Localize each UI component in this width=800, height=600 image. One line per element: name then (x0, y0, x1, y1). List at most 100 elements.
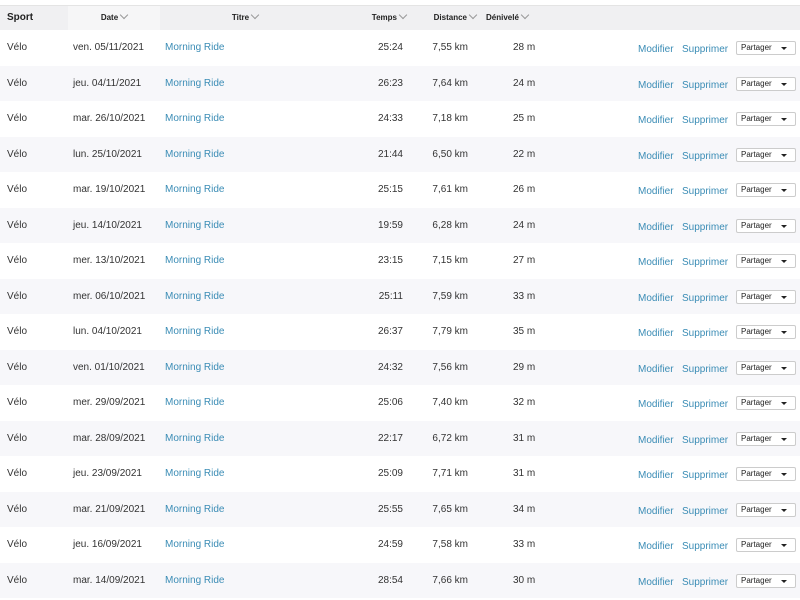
activity-title-link[interactable]: Morning Ride (165, 137, 224, 173)
cell-date: jeu. 14/10/2021 (73, 208, 142, 244)
edit-link[interactable]: Modifier (638, 565, 674, 600)
edit-link[interactable]: Modifier (638, 32, 674, 68)
activity-title-link[interactable]: Morning Ride (165, 314, 224, 350)
edit-link[interactable]: Modifier (638, 529, 674, 565)
share-dropdown[interactable]: Partager (736, 503, 796, 517)
delete-link[interactable]: Supprimer (682, 210, 728, 246)
edit-link[interactable]: Modifier (638, 387, 674, 423)
header-date[interactable]: Date (68, 6, 160, 30)
edit-link[interactable]: Modifier (638, 316, 674, 352)
delete-link[interactable]: Supprimer (682, 565, 728, 600)
activity-title-link[interactable]: Morning Ride (165, 527, 224, 563)
edit-link[interactable]: Modifier (638, 245, 674, 281)
activity-title-link[interactable]: Morning Ride (165, 279, 224, 315)
caret-down-icon (781, 438, 787, 441)
delete-link[interactable]: Supprimer (682, 423, 728, 459)
caret-down-icon (781, 473, 787, 476)
delete-link[interactable]: Supprimer (682, 281, 728, 317)
edit-link[interactable]: Modifier (638, 68, 674, 104)
cell-elevation: 31 m (513, 456, 535, 492)
edit-link[interactable]: Modifier (638, 174, 674, 210)
table-body: Vélo ven. 05/11/2021 Morning Ride 25:24 … (0, 30, 800, 598)
delete-link[interactable]: Supprimer (682, 458, 728, 494)
activity-title-link[interactable]: Morning Ride (165, 350, 224, 386)
delete-link[interactable]: Supprimer (682, 139, 728, 175)
edit-link[interactable]: Modifier (638, 210, 674, 246)
cell-elevation: 31 m (513, 421, 535, 457)
header-title[interactable]: Titre (160, 6, 330, 30)
share-dropdown[interactable]: Partager (736, 183, 796, 197)
edit-link[interactable]: Modifier (638, 352, 674, 388)
cell-distance: 7,71 km (400, 456, 468, 492)
header-time[interactable]: Temps (340, 6, 406, 30)
share-dropdown[interactable]: Partager (736, 219, 796, 233)
delete-link[interactable]: Supprimer (682, 387, 728, 423)
activity-title-link[interactable]: Morning Ride (165, 563, 224, 599)
delete-link[interactable]: Supprimer (682, 68, 728, 104)
cell-time: 19:59 (340, 208, 403, 244)
share-dropdown[interactable]: Partager (736, 290, 796, 304)
activity-title-link[interactable]: Morning Ride (165, 66, 224, 102)
activity-title-link[interactable]: Morning Ride (165, 385, 224, 421)
cell-distance: 6,72 km (400, 421, 468, 457)
delete-link[interactable]: Supprimer (682, 245, 728, 281)
activity-title-link[interactable]: Morning Ride (165, 456, 224, 492)
table-row: Vélo mar. 14/09/2021 Morning Ride 28:54 … (0, 563, 800, 599)
share-dropdown[interactable]: Partager (736, 148, 796, 162)
header-elevation[interactable]: Dénivelé (486, 6, 528, 30)
share-label: Partager (741, 505, 772, 514)
header-distance[interactable]: Distance (410, 6, 476, 30)
share-dropdown[interactable]: Partager (736, 41, 796, 55)
share-dropdown[interactable]: Partager (736, 396, 796, 410)
edit-link[interactable]: Modifier (638, 494, 674, 530)
caret-down-icon (781, 154, 787, 157)
share-label: Partager (741, 43, 772, 52)
edit-link[interactable]: Modifier (638, 423, 674, 459)
cell-elevation: 33 m (513, 527, 535, 563)
table-row: Vélo mar. 21/09/2021 Morning Ride 25:55 … (0, 492, 800, 528)
edit-link[interactable]: Modifier (638, 458, 674, 494)
share-dropdown[interactable]: Partager (736, 538, 796, 552)
activity-title-link[interactable]: Morning Ride (165, 101, 224, 137)
activity-title-link[interactable]: Morning Ride (165, 30, 224, 66)
delete-link[interactable]: Supprimer (682, 352, 728, 388)
caret-down-icon (781, 83, 787, 86)
activity-title-link[interactable]: Morning Ride (165, 492, 224, 528)
activity-title-link[interactable]: Morning Ride (165, 208, 224, 244)
share-dropdown[interactable]: Partager (736, 467, 796, 481)
delete-link[interactable]: Supprimer (682, 529, 728, 565)
delete-link[interactable]: Supprimer (682, 316, 728, 352)
delete-link[interactable]: Supprimer (682, 494, 728, 530)
cell-time: 22:17 (340, 421, 403, 457)
edit-link[interactable]: Modifier (638, 139, 674, 175)
share-dropdown[interactable]: Partager (736, 77, 796, 91)
cell-date: ven. 05/11/2021 (73, 30, 144, 66)
cell-time: 25:11 (340, 279, 403, 315)
cell-sport: Vélo (7, 243, 27, 279)
edit-link[interactable]: Modifier (638, 103, 674, 139)
cell-time: 21:44 (340, 137, 403, 173)
activity-title-link[interactable]: Morning Ride (165, 421, 224, 457)
cell-sport: Vélo (7, 66, 27, 102)
share-dropdown[interactable]: Partager (736, 361, 796, 375)
table-row: Vélo jeu. 14/10/2021 Morning Ride 19:59 … (0, 208, 800, 244)
cell-sport: Vélo (7, 563, 27, 599)
share-label: Partager (741, 221, 772, 230)
table-row: Vélo ven. 01/10/2021 Morning Ride 24:32 … (0, 350, 800, 386)
edit-link[interactable]: Modifier (638, 281, 674, 317)
delete-link[interactable]: Supprimer (682, 32, 728, 68)
share-dropdown[interactable]: Partager (736, 112, 796, 126)
share-dropdown[interactable]: Partager (736, 432, 796, 446)
activity-title-link[interactable]: Morning Ride (165, 172, 224, 208)
delete-link[interactable]: Supprimer (682, 103, 728, 139)
share-dropdown[interactable]: Partager (736, 325, 796, 339)
caret-down-icon (781, 225, 787, 228)
delete-link[interactable]: Supprimer (682, 174, 728, 210)
cell-date: lun. 25/10/2021 (73, 137, 142, 173)
cell-elevation: 27 m (513, 243, 535, 279)
share-dropdown[interactable]: Partager (736, 574, 796, 588)
share-dropdown[interactable]: Partager (736, 254, 796, 268)
activity-title-link[interactable]: Morning Ride (165, 243, 224, 279)
caret-down-icon (781, 260, 787, 263)
table-row: Vélo mar. 19/10/2021 Morning Ride 25:15 … (0, 172, 800, 208)
